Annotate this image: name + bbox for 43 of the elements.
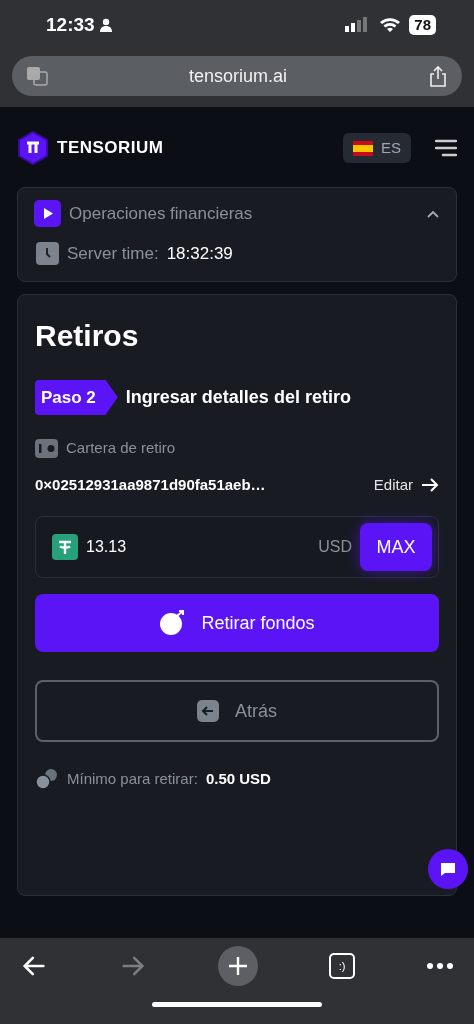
plus-icon [227, 955, 249, 977]
wallet-label: Cartera de retiro [66, 438, 176, 458]
logo-icon[interactable] [17, 131, 49, 165]
clock-icon [36, 242, 59, 266]
language-selector[interactable]: ES [343, 132, 411, 164]
amount-field[interactable]: 13.13 USD MAX [35, 516, 439, 578]
minimum-label: Mínimo para retirar: [67, 769, 198, 789]
amount-value: 13.13 [86, 537, 127, 557]
arrow-right-icon [421, 477, 439, 492]
wifi-icon [379, 17, 402, 33]
server-time: 18:32:39 [166, 243, 233, 265]
panel-title: Operaciones financieras [69, 202, 253, 225]
max-button[interactable]: MAX [360, 523, 432, 571]
step-title: Ingresar detalles del retiro [125, 385, 351, 409]
url-text: tensorium.ai [188, 64, 287, 88]
currency-label: USD [318, 537, 352, 557]
address-bar[interactable]: tensorium.ai [12, 56, 462, 96]
chat-icon [440, 860, 456, 877]
person-icon [98, 18, 113, 32]
wallet-icon [35, 438, 58, 458]
withdraw-button[interactable]: Retirar fondos [35, 594, 439, 652]
chat-button[interactable] [428, 848, 468, 889]
tether-icon [52, 534, 78, 560]
more-icon[interactable] [426, 962, 454, 970]
coins-icon [35, 768, 59, 791]
back-button[interactable]: Atrás [35, 680, 439, 742]
clock-time: 12:33 [46, 12, 95, 37]
brand-name: TENSORIUM [57, 137, 164, 160]
step-badge: Paso 2 [35, 379, 118, 415]
page-title: Retiros [35, 317, 140, 354]
new-tab-button[interactable] [218, 946, 258, 986]
tabs-button[interactable]: :) [329, 953, 355, 979]
server-time-label: Server time: [67, 243, 159, 265]
minimum-value: 0.50 USD [205, 769, 271, 789]
chevron-icon[interactable] [426, 208, 440, 219]
share-icon[interactable] [428, 65, 448, 87]
panel-header[interactable]: Operaciones financieras [34, 200, 440, 227]
wallet-address: 0×02512931aa9871d90fa51aeb… [35, 474, 266, 495]
menu-icon[interactable] [435, 139, 457, 157]
battery-level: 78 [409, 15, 436, 35]
edit-link[interactable]: Editar [373, 473, 439, 496]
flag-icon [353, 140, 373, 156]
play-icon [34, 200, 61, 227]
